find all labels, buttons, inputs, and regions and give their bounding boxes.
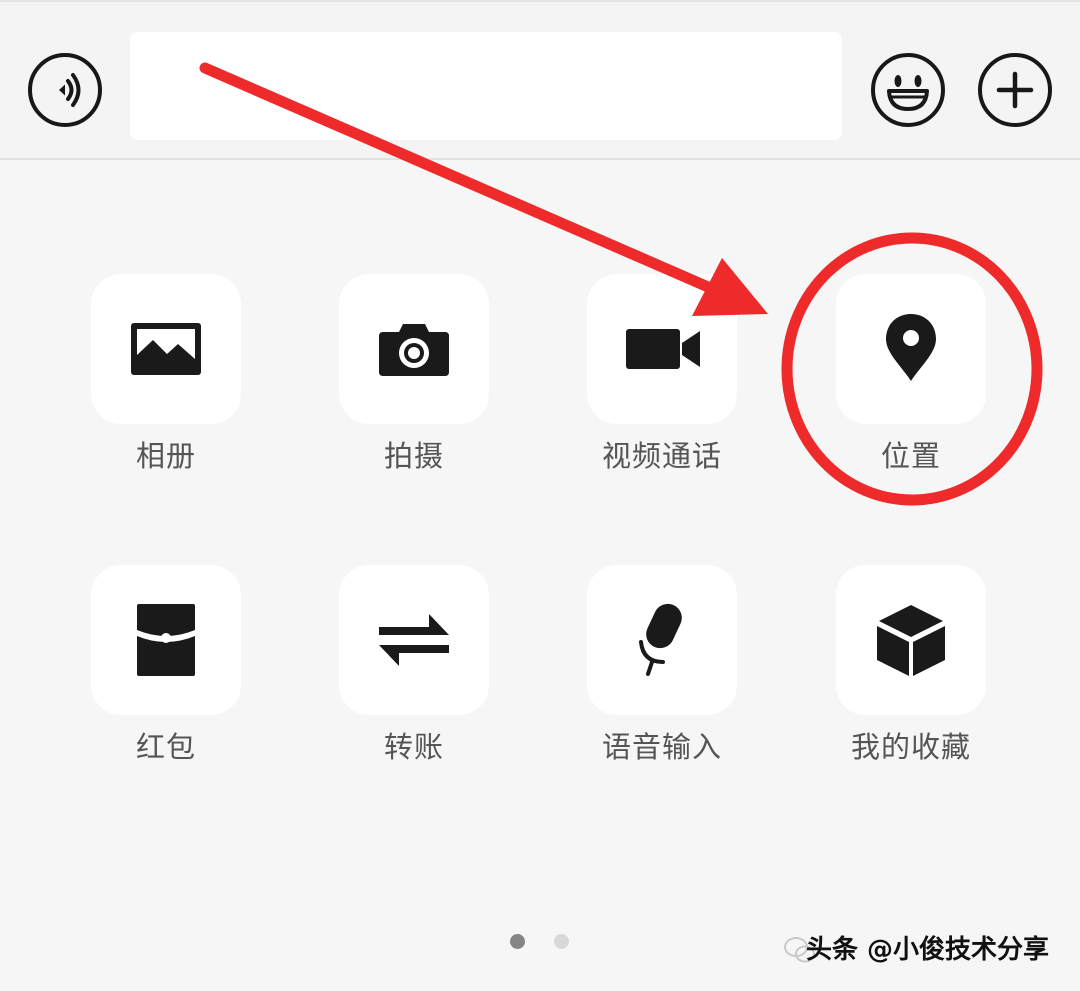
- camera-tile[interactable]: 拍摄: [339, 274, 489, 474]
- watermark-text: 头条 @小俊技术分享: [806, 935, 1050, 965]
- message-input[interactable]: [130, 32, 842, 140]
- photo-album-icon: [131, 323, 201, 375]
- page-dot-inactive[interactable]: [554, 934, 569, 949]
- chat-screen: 相册 拍摄 视频通话 位置 红包 转账 语音输入 我的收藏 头条 @小俊技术分享: [0, 0, 1080, 991]
- smiley-face-icon: [887, 75, 929, 111]
- voice-wave-icon: [59, 73, 81, 107]
- watermark: 头条 @小俊技术分享: [782, 922, 1072, 978]
- album-label: 相册: [135, 439, 196, 473]
- video-call-tile[interactable]: 视频通话: [587, 274, 737, 474]
- chat-input-bar: [0, 0, 1080, 160]
- video-call-icon: [626, 329, 700, 369]
- transfer-label: 转账: [383, 730, 444, 764]
- favorites-tile[interactable]: 我的收藏: [836, 565, 986, 765]
- transfer-tile[interactable]: 转账: [339, 565, 489, 765]
- more-functions-button[interactable]: [978, 53, 1052, 127]
- emoji-button[interactable]: [871, 53, 945, 127]
- voice-input-tile[interactable]: 语音输入: [587, 565, 737, 765]
- red-packet-label: 红包: [135, 730, 196, 764]
- microphone-icon: [639, 603, 682, 676]
- camera-label: 拍摄: [383, 439, 444, 473]
- favorites-label: 我的收藏: [850, 730, 971, 764]
- function-panel: 相册 拍摄 视频通话 位置 红包 转账 语音输入 我的收藏: [0, 160, 1080, 991]
- red-packet-icon: [137, 604, 195, 676]
- page-dot-active[interactable]: [510, 934, 525, 949]
- plus-circle-icon: [996, 71, 1034, 109]
- location-tile[interactable]: 位置: [836, 274, 986, 474]
- location-label: 位置: [880, 439, 941, 473]
- location-pin-icon: [886, 314, 936, 381]
- camera-icon: [379, 324, 449, 376]
- voice-input-label: 语音输入: [601, 730, 722, 764]
- favorites-cube-icon: [877, 605, 945, 676]
- red-packet-tile[interactable]: 红包: [91, 565, 241, 765]
- video-call-label: 视频通话: [601, 439, 722, 473]
- transfer-arrows-icon: [379, 614, 449, 666]
- voice-toggle-button[interactable]: [28, 53, 102, 127]
- album-tile[interactable]: 相册: [91, 274, 241, 474]
